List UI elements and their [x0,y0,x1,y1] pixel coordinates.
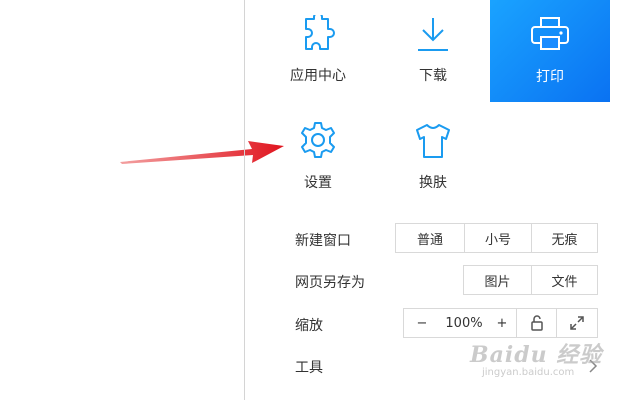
zoom-in-button[interactable]: + [488,309,516,337]
download-icon [418,18,448,51]
new-window-small-button[interactable]: 小号 [464,224,531,252]
new-window-options: 普通 小号 无痕 [395,223,598,253]
fullscreen-button[interactable] [556,309,597,337]
tile-download[interactable]: 下载 [378,0,488,102]
tile-print-label: 打印 [536,69,564,85]
save-as-image-button[interactable]: 图片 [464,266,531,294]
zoom-level-value: 100% [445,315,483,331]
tshirt-icon [416,124,450,158]
gear-icon [301,122,335,158]
save-as-file-button[interactable]: 文件 [531,266,597,294]
tile-print[interactable]: 打印 [490,0,610,102]
tile-skin[interactable]: 换肤 [378,110,488,212]
tile-download-label: 下载 [419,68,447,84]
tile-settings[interactable]: 设置 [263,110,373,212]
tile-settings-label: 设置 [304,175,332,191]
printer-icon [531,17,569,50]
tile-skin-label: 换肤 [419,175,447,191]
expand-icon [570,316,584,330]
new-window-incognito-button[interactable]: 无痕 [531,224,597,252]
zoom-controls: − 100% + [403,308,598,338]
save-page-as-label: 网页另存为 [295,275,365,291]
new-window-label: 新建窗口 [295,233,351,249]
unlock-icon [530,315,543,331]
zoom-label: 缩放 [295,318,323,334]
watermark: Baidu 经验 jingyan.baidu.com [470,337,603,378]
tile-apps[interactable]: 应用中心 [263,0,373,102]
watermark-url: jingyan.baidu.com [482,367,575,378]
browser-content-area [0,0,284,400]
zoom-lock-button[interactable] [516,309,556,337]
zoom-out-button[interactable]: − [404,309,440,337]
save-page-as-options: 图片 文件 [463,265,598,295]
tile-apps-label: 应用中心 [290,68,346,84]
puzzle-icon [305,15,335,50]
watermark-brand: Baidu 经验 [470,342,603,368]
tools-menu-item[interactable]: 工具 [295,357,323,377]
new-window-normal-button[interactable]: 普通 [396,224,464,252]
